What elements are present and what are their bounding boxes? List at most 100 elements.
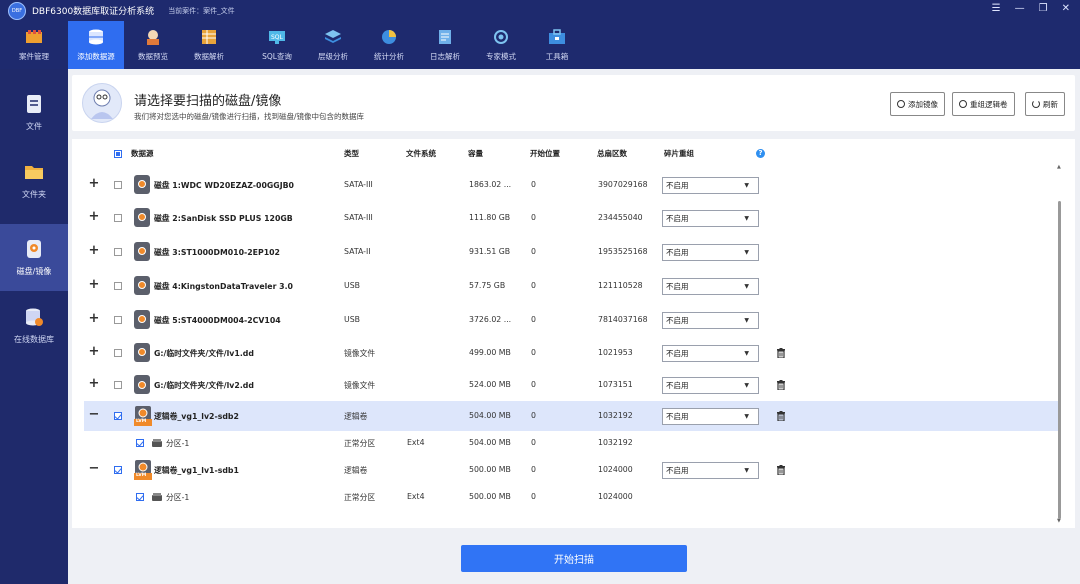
chevron-down-icon: ▼ xyxy=(744,382,749,389)
tool-toolbox[interactable]: 工具箱 xyxy=(530,21,584,69)
refresh-button[interactable]: 刷新 xyxy=(1025,92,1065,116)
sidebar-item-folder[interactable]: 文件夹 xyxy=(0,147,68,214)
datasource-row[interactable]: + 磁盘 3:ST1000DM010-2EP102 SATA-II 931.51 GB… xyxy=(84,235,1060,268)
start-position-cell: 0 xyxy=(531,212,536,222)
start-position-cell: 0 xyxy=(531,246,536,256)
reassemble-select[interactable]: 不启用 ▼ xyxy=(662,408,759,425)
sidebar-item-disk-image[interactable]: 磁盘/镜像 xyxy=(0,224,68,291)
row-checkbox[interactable] xyxy=(136,493,144,501)
add-image-button[interactable]: 添加镜像 xyxy=(890,92,945,116)
start-scan-button[interactable]: 开始扫描 xyxy=(461,545,687,572)
reassemble-value: 不启用 xyxy=(666,180,689,190)
capacity-cell: 3726.02 ... xyxy=(469,314,512,324)
row-checkbox[interactable] xyxy=(114,247,122,256)
capacity-cell: 500.00 MB xyxy=(469,492,511,501)
tool-log-parse[interactable]: 日志解析 xyxy=(418,21,472,69)
reassemble-select[interactable]: 不启用 ▼ xyxy=(662,277,759,295)
row-checkbox[interactable] xyxy=(114,315,122,324)
datasource-table: 数据源 类型 文件系统 容量 开始位置 总扇区数 碎片重组 ? + 磁盘 1:WD… xyxy=(72,139,1075,528)
reassemble-select[interactable]: 不启用 ▼ xyxy=(662,243,759,261)
current-case-label: 当前案件：案件_文件 xyxy=(168,6,235,15)
partition-row[interactable]: 分区-1 正常分区 Ext4 500.00 MB 0 1024000 xyxy=(84,485,1060,509)
expand-icon[interactable]: + xyxy=(88,243,100,258)
sidebar-item-file[interactable]: 文件 xyxy=(0,79,68,146)
datasource-row[interactable]: − LVM 逻辑卷_vg1_lv2-sdb2 逻辑卷 504.00 MB 0 1032192… xyxy=(84,401,1060,431)
filesystem-cell: Ext4 xyxy=(407,492,425,501)
reassemble-select[interactable]: 不启用 ▼ xyxy=(662,377,759,394)
collapse-icon[interactable]: − xyxy=(88,461,100,476)
tool-data-preview[interactable]: 数据预览 xyxy=(126,21,180,69)
tool-layer-analysis[interactable]: 层级分析 xyxy=(306,21,360,69)
expand-icon[interactable]: + xyxy=(88,344,100,359)
reassemble-select[interactable]: 不启用 ▼ xyxy=(662,462,759,479)
lvm-icon: LVM xyxy=(134,460,152,480)
row-checkbox[interactable] xyxy=(114,180,122,189)
trash-icon[interactable] xyxy=(776,411,786,422)
rebuild-logical-volume-button[interactable]: 重组逻辑卷 xyxy=(952,92,1015,116)
tool-label: 添加数据源 xyxy=(77,52,115,61)
row-checkbox[interactable] xyxy=(114,348,122,357)
tool-expert-mode[interactable]: 专家模式 xyxy=(474,21,528,69)
filesystem-cell: Ext4 xyxy=(407,438,425,447)
sidebar-item-online-db[interactable]: 在线数据库 xyxy=(0,292,68,359)
menu-icon[interactable]: ☰ xyxy=(992,3,1001,14)
type-cell: 镜像文件 xyxy=(344,381,376,390)
select-all-checkbox[interactable] xyxy=(114,150,122,158)
tool-sql-query[interactable]: SQL SQL查询 xyxy=(250,21,304,69)
reassemble-select[interactable]: 不启用 ▼ xyxy=(662,209,759,227)
tool-add-datasource[interactable]: 添加数据源 xyxy=(68,21,124,69)
trash-icon[interactable] xyxy=(776,465,786,476)
row-checkbox[interactable] xyxy=(114,381,122,389)
sectors-cell: 1073151 xyxy=(598,380,633,389)
row-checkbox[interactable] xyxy=(114,213,122,222)
sql-icon: SQL xyxy=(267,28,287,46)
type-cell: SATA-III xyxy=(344,212,373,222)
partition-row[interactable]: 分区-1 正常分区 Ext4 504.00 MB 0 1032192 xyxy=(84,431,1060,455)
tool-stats-analysis[interactable]: 统计分析 xyxy=(362,21,416,69)
collapse-icon[interactable]: − xyxy=(88,407,100,422)
sidebar: 文件 文件夹 磁盘/镜像 在线数据库 xyxy=(0,69,68,584)
image-file-icon xyxy=(134,342,150,362)
disk-icon xyxy=(134,207,150,227)
expand-icon[interactable]: + xyxy=(88,311,100,326)
tool-case-management[interactable]: 案件管理 xyxy=(6,21,62,69)
datasource-row[interactable]: + 磁盘 5:ST4000DM004-2CV104 USB 3726.02 ... 0 7… xyxy=(84,303,1060,336)
row-checkbox[interactable] xyxy=(114,281,122,290)
maximize-icon[interactable]: ❐ xyxy=(1039,3,1048,14)
lvm-badge: LVM xyxy=(136,419,147,424)
sectors-cell: 7814037168 xyxy=(598,314,648,324)
datasource-row[interactable]: + 磁盘 4:KingstonDataTraveler 3.0 USB 57.75 G… xyxy=(84,269,1060,302)
reassemble-select[interactable]: 不启用 ▼ xyxy=(662,176,759,194)
source-name: 磁盘 3:ST1000DM010-2EP102 xyxy=(154,247,280,257)
reassemble-select[interactable]: 不启用 ▼ xyxy=(662,344,759,362)
close-icon[interactable]: ✕ xyxy=(1062,3,1070,14)
row-checkbox[interactable] xyxy=(114,412,122,420)
datasource-row[interactable]: − LVM 逻辑卷_vg1_lv1-sdb1 逻辑卷 500.00 MB 0 1024000… xyxy=(84,455,1060,485)
trash-icon[interactable] xyxy=(776,347,786,359)
expand-icon[interactable]: + xyxy=(88,277,100,292)
help-icon[interactable]: ? xyxy=(756,149,765,158)
layer-icon xyxy=(323,28,343,46)
col-capacity: 容量 xyxy=(468,149,483,158)
expand-icon[interactable]: + xyxy=(88,176,100,191)
datasource-row[interactable]: + 磁盘 1:WDC WD20EZAZ-00GGJB0 SATA-III 1863.0… xyxy=(84,168,1060,201)
main-toolbar: 案件管理 添加数据源 数据预览 数据解析 SQL SQL查询 层级分析 统计分析… xyxy=(0,21,1080,69)
sidebar-item-label: 文件夹 xyxy=(22,190,46,199)
sectors-cell: 1021953 xyxy=(598,347,633,357)
expand-icon[interactable]: + xyxy=(88,376,100,391)
datasource-row[interactable]: + G:/临时文件夹/文件/lv1.dd 镜像文件 499.00 MB 0 1021953… xyxy=(84,336,1060,369)
reassemble-select[interactable]: 不启用 ▼ xyxy=(662,311,759,329)
trash-icon[interactable] xyxy=(776,380,786,391)
expand-icon[interactable]: + xyxy=(88,209,100,224)
datasource-row[interactable]: + 磁盘 2:SanDisk SSD PLUS 120GB SATA-III 111.… xyxy=(84,201,1060,234)
row-checkbox[interactable] xyxy=(114,466,122,474)
tool-data-parse[interactable]: 数据解析 xyxy=(182,21,236,69)
sectors-cell: 234455040 xyxy=(598,212,643,222)
capacity-cell: 499.00 MB xyxy=(469,347,511,357)
datasource-row[interactable]: + G:/临时文件夹/文件/lv2.dd 镜像文件 524.00 MB 0 1073151… xyxy=(84,369,1060,401)
image-file-icon xyxy=(134,375,150,394)
minimize-icon[interactable]: — xyxy=(1015,3,1025,14)
scrollbar-thumb[interactable] xyxy=(1058,201,1061,519)
row-checkbox[interactable] xyxy=(136,439,144,447)
rebuild-label: 重组逻辑卷 xyxy=(970,99,1008,109)
